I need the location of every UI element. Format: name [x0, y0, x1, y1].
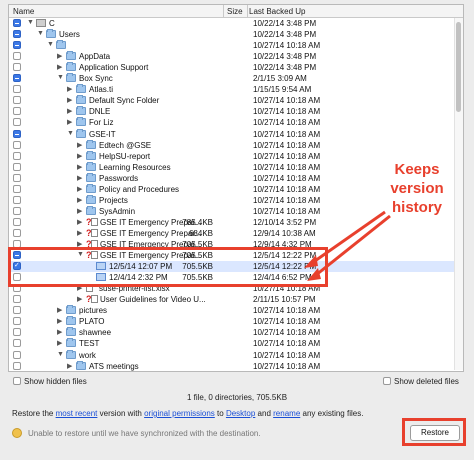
warning-icon — [12, 428, 22, 438]
rename-link[interactable]: rename — [273, 409, 300, 418]
original-permissions-link[interactable]: original permissions — [144, 409, 215, 418]
restore-prefix: Restore the — [12, 409, 54, 418]
most-recent-link[interactable]: most recent — [56, 409, 98, 418]
arrow-line — [315, 214, 391, 277]
existing-files-text: any existing files. — [302, 409, 364, 418]
version-with-text: version with — [99, 409, 142, 418]
restore-options-sentence: Restore the most recent version with ori… — [12, 409, 363, 418]
restore-warning: Unable to restore until we have synchron… — [28, 429, 261, 438]
show-deleted-label[interactable]: Show deleted files — [394, 377, 459, 386]
selection-summary: 1 file, 0 directories, 705.5KB — [186, 393, 288, 402]
to-text: to — [217, 409, 224, 418]
show-deleted-checkbox[interactable] — [383, 377, 391, 385]
restore-button[interactable]: Restore — [410, 425, 460, 441]
and-text: and — [257, 409, 271, 418]
arrow-head — [304, 255, 318, 268]
arrow-line — [311, 210, 386, 265]
arrow-head — [307, 268, 321, 281]
desktop-link[interactable]: Desktop — [226, 409, 255, 418]
show-hidden-label[interactable]: Show hidden files — [24, 377, 87, 386]
show-hidden-checkbox[interactable] — [13, 377, 21, 385]
annotation-arrows — [304, 210, 391, 281]
annotation-note: Keeps version history — [390, 161, 444, 216]
